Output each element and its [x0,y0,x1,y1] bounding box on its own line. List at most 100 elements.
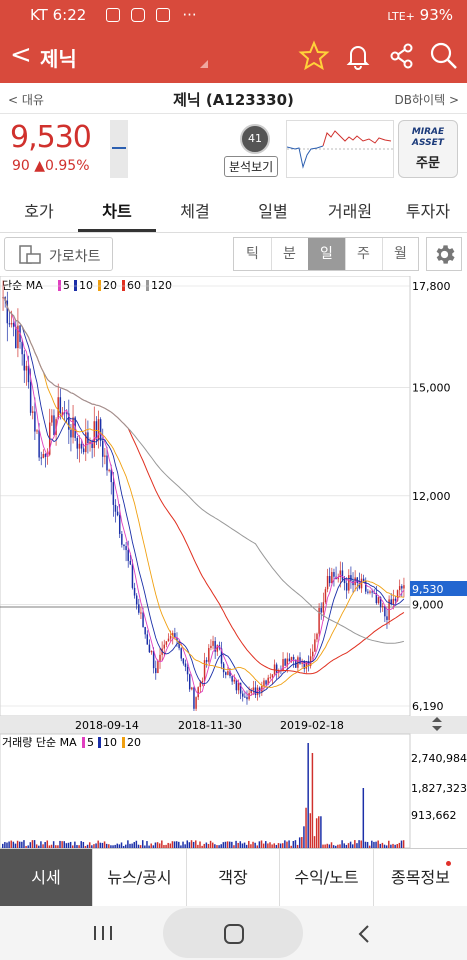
candle-body [254,687,257,696]
share-icon[interactable] [386,40,418,72]
candle-body [381,606,384,608]
candle-body [138,604,140,613]
candle-body [333,572,335,577]
landscape-chart-button[interactable]: 가로차트 [4,237,113,271]
period-minute[interactable]: 분 [271,238,309,270]
volume-bar [59,840,61,848]
candle-body [152,650,155,669]
period-tick[interactable]: 틱 [234,238,272,270]
nav-quote[interactable]: 시세 [0,849,93,907]
next-stock-link[interactable]: DB하이텍 > [395,91,459,108]
home-icon[interactable] [222,924,246,944]
candle-body [208,648,210,662]
volume-bar [311,753,314,848]
analysis-button[interactable]: 분석보기 [224,156,279,177]
volume-bar [175,841,178,848]
candle-body [227,671,229,675]
recent-apps-icon[interactable] [92,924,114,942]
rotate-icon [19,245,41,264]
back-button[interactable]: < [10,42,32,68]
candle-body [116,511,119,516]
candle-body [21,341,23,355]
settings-button[interactable] [426,237,462,271]
volume-bar [40,841,42,848]
candle-body [316,633,318,640]
app-bar: < 제닉 [0,30,467,83]
candle-body [144,626,146,635]
volume-bar [354,840,356,848]
candle-body [271,674,274,678]
candle-body [252,687,255,691]
candle-body [133,587,136,596]
candle-body [314,639,316,652]
tab-trades[interactable]: 체결 [156,198,234,222]
volume-bar [313,836,316,848]
volume-bar [239,841,242,848]
ma-legend-swatch [98,280,101,291]
candle-body [394,598,397,601]
candle-body [99,419,102,441]
candle-body [371,591,373,593]
tab-investors[interactable]: 투자자 [389,198,467,222]
date-label: 2019-02-18 [280,719,344,732]
order-button[interactable]: MIRAE ASSET 주문 [398,120,458,178]
tab-orderbook[interactable]: 호가 [0,198,78,222]
nav-lounge[interactable]: 객장 [187,849,280,907]
bell-icon[interactable] [342,40,374,72]
price-chart[interactable]: 단순 MA 5 10 20 60 120 17,800 15,000 12,000 9,000… [0,276,467,848]
search-icon[interactable] [428,40,460,72]
candle-body [199,682,202,688]
volume-bar [298,837,301,848]
bottom-nav: 시세 뉴스/공시 객장 수익/노트 종목정보 [0,848,467,907]
broker-logo: MIRAE ASSET [411,127,445,148]
candle-body [17,325,19,349]
volume-bar [294,840,297,848]
volume-bar [362,788,365,848]
volume-bar [265,841,267,848]
candle-body [114,504,117,512]
date-label: 2018-09-14 [75,719,139,732]
ma-legend-period: 120 [151,279,172,292]
candle-body [311,651,314,657]
nav-profit[interactable]: 수익/노트 [280,849,374,907]
candle-body [123,544,125,547]
candle-body [82,448,85,453]
candle-body [42,453,45,458]
volume-bar [186,840,189,848]
candle-body [38,430,40,458]
candle-body [282,659,284,672]
nav-stock-info[interactable]: 종목정보 [374,849,467,907]
candle-body [350,575,352,581]
volume-bar [248,840,250,848]
favorite-star-icon[interactable] [298,40,330,72]
candle-body [106,455,108,471]
candle-body [159,654,161,661]
back-nav-icon[interactable] [356,924,372,944]
candle-body [131,564,134,588]
tab-daily[interactable]: 일별 [234,198,312,222]
candle-body [377,597,380,604]
candle-body [150,650,153,653]
vol-legend-period: 10 [103,736,117,749]
period-week[interactable]: 주 [345,238,383,270]
candle-body [386,616,388,620]
nav-news[interactable]: 뉴스/공시 [93,849,187,907]
ma-legend-swatch [122,280,125,291]
candle-body [169,636,172,639]
candle-body [263,680,265,686]
tab-chart[interactable]: 차트 [78,198,156,222]
facebook-icon [155,8,170,22]
volume-bar [360,840,362,848]
vol-legend-swatch [98,737,101,748]
candle-body [324,589,327,603]
candle-body [292,656,295,660]
candle-body [32,411,34,413]
candle-body [10,323,13,325]
period-month[interactable]: 월 [382,238,419,270]
candle-body [44,453,47,457]
period-day[interactable]: 일 [308,238,346,270]
price-tick-label: 6,190 [412,700,444,713]
tab-brokers[interactable]: 거래원 [311,198,389,222]
status-bar: KT 6:22 ··· LTE+ 93% [0,0,467,30]
candle-body [25,365,28,371]
